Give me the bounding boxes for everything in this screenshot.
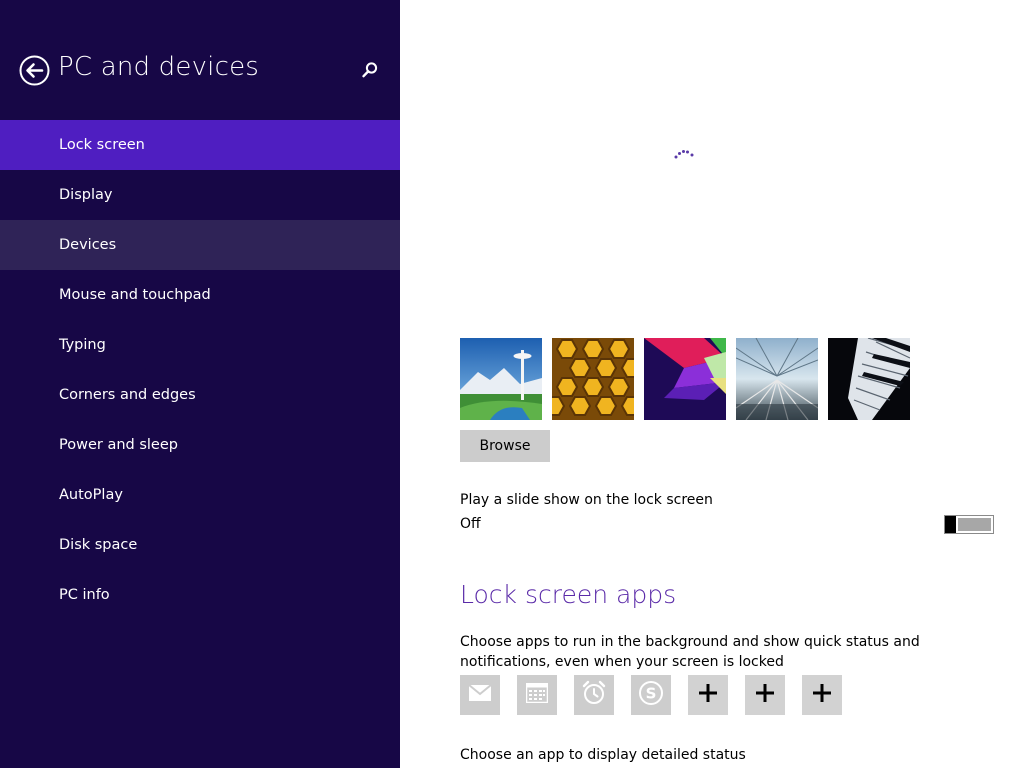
lock-app-slot-calendar[interactable]: [517, 675, 557, 715]
back-button[interactable]: [19, 55, 50, 86]
plus-icon: [698, 683, 718, 707]
sidebar: PC and devices Lock screen Display Devic…: [0, 0, 400, 768]
lock-screen-picture-thumb-4[interactable]: [736, 338, 818, 420]
svg-text:S: S: [646, 685, 657, 703]
slideshow-toggle-state: Off: [460, 516, 481, 532]
plus-icon: [812, 683, 832, 707]
sidebar-item-power-and-sleep[interactable]: Power and sleep: [0, 420, 400, 470]
browse-button[interactable]: Browse: [460, 430, 550, 462]
sidebar-item-corners-and-edges[interactable]: Corners and edges: [0, 370, 400, 420]
lock-app-slot-add-1[interactable]: [688, 675, 728, 715]
page-title: PC and devices: [58, 52, 260, 82]
lock-screen-apps-heading: Lock screen apps: [460, 580, 677, 609]
sidebar-item-mouse-and-touchpad[interactable]: Mouse and touchpad: [0, 270, 400, 320]
calendar-icon: [525, 682, 549, 707]
plus-icon: [755, 683, 775, 707]
lock-screen-picture-thumb-1[interactable]: [460, 338, 542, 420]
lock-screen-picture-thumb-2[interactable]: [552, 338, 634, 420]
lock-app-slot-mail[interactable]: [460, 675, 500, 715]
lock-screen-picture-thumb-3[interactable]: [644, 338, 726, 420]
lock-app-slot-skype[interactable]: S: [631, 675, 671, 715]
sidebar-item-autoplay[interactable]: AutoPlay: [0, 470, 400, 520]
skype-icon: S: [638, 680, 664, 710]
sidebar-item-devices[interactable]: Devices: [0, 220, 400, 270]
sidebar-item-disk-space[interactable]: Disk space: [0, 520, 400, 570]
lock-app-slot-add-3[interactable]: [802, 675, 842, 715]
sidebar-item-lock-screen[interactable]: Lock screen: [0, 120, 400, 170]
main-content: Browse Play a slide show on the lock scr…: [400, 0, 1024, 768]
lock-screen-picture-thumb-5[interactable]: [828, 338, 910, 420]
search-button[interactable]: [360, 60, 380, 80]
slideshow-toggle[interactable]: [944, 515, 994, 534]
sidebar-item-typing[interactable]: Typing: [0, 320, 400, 370]
lock-app-slot-alarms[interactable]: [574, 675, 614, 715]
sidebar-item-display[interactable]: Display: [0, 170, 400, 220]
loading-spinner-icon: [673, 146, 695, 160]
toggle-track: [958, 518, 991, 531]
detailed-status-label: Choose an app to display detailed status: [460, 747, 746, 763]
slideshow-label: Play a slide show on the lock screen: [460, 492, 713, 508]
sidebar-item-pc-info[interactable]: PC info: [0, 570, 400, 620]
back-arrow-icon: [19, 55, 50, 86]
alarm-clock-icon: [581, 680, 607, 710]
lock-screen-apps-description: Choose apps to run in the background and…: [460, 634, 920, 670]
sidebar-nav: Lock screen Display Devices Mouse and to…: [0, 120, 400, 620]
mail-icon: [468, 684, 492, 705]
search-icon: [360, 62, 380, 84]
lock-app-slot-add-2[interactable]: [745, 675, 785, 715]
toggle-knob[interactable]: [945, 516, 956, 533]
